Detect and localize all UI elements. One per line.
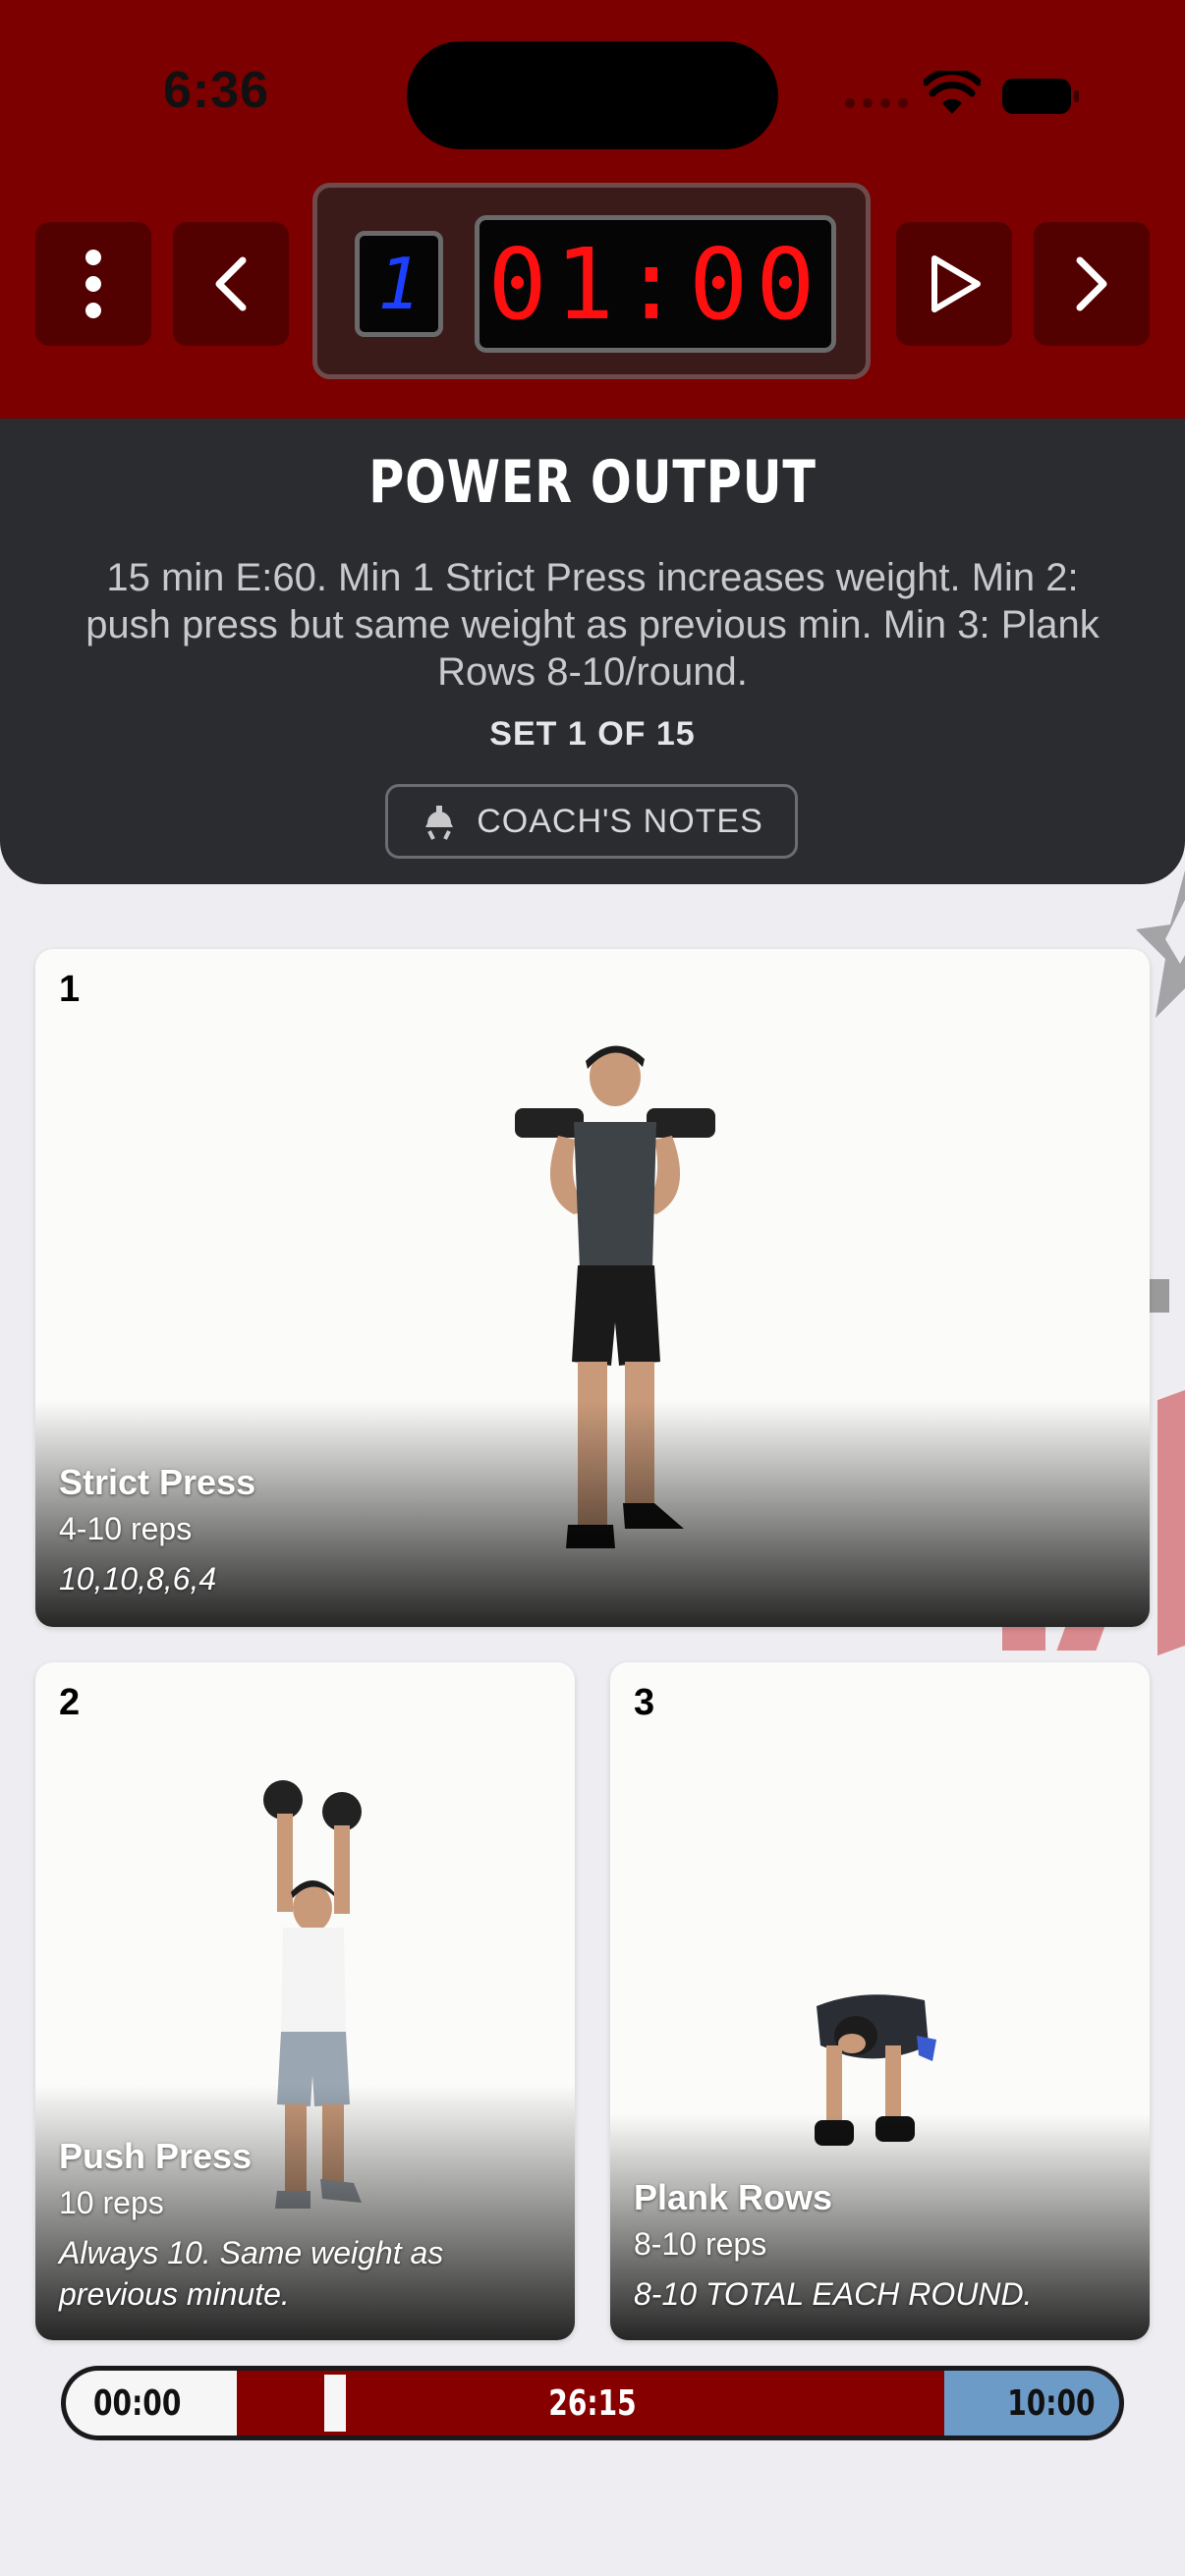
cellular-signal-icon: [845, 98, 908, 108]
status-time: 6:36: [163, 62, 270, 119]
remaining-time-label: 10:00: [1007, 2382, 1096, 2424]
workout-info-panel: POWER OUTPUT 15 min E:60. Min 1 Strict P…: [0, 419, 1185, 884]
next-button[interactable]: [1034, 222, 1150, 346]
top-header: 6:36 1 01:00: [0, 0, 1185, 419]
exercise-name: Push Press: [59, 2136, 253, 2176]
exercise-name: Strict Press: [59, 1462, 256, 1502]
chevron-right-icon: [1076, 256, 1107, 311]
timer-panel: 1 01:00: [312, 183, 871, 379]
exercise-note: 8-10 TOTAL EACH ROUND.: [634, 2276, 1033, 2312]
battery-icon: [1002, 79, 1079, 114]
workout-progress-bar[interactable]: 00:00 26:15 10:00: [61, 2366, 1124, 2440]
exercise-card-strict-press[interactable]: 1 Strict Press 4-10 reps 10,10,8,6,4: [35, 949, 1150, 1627]
exercise-reps: 10 reps: [59, 2185, 164, 2220]
play-button[interactable]: [896, 222, 1012, 346]
exercise-number: 3: [634, 1682, 655, 1723]
menu-button[interactable]: [35, 222, 151, 346]
coach-whistle-icon: [425, 806, 454, 840]
dynamic-island: [407, 41, 778, 149]
exercise-note: 10,10,8,6,4: [59, 1561, 217, 1596]
elapsed-time-label: 00:00: [93, 2382, 182, 2424]
previous-button[interactable]: [173, 222, 289, 346]
exercise-info: Strict Press 4-10 reps 10,10,8,6,4: [59, 1460, 255, 1599]
exercise-number: 2: [59, 1682, 81, 1723]
exercise-note: Always 10. Same weight as previous minut…: [59, 2235, 444, 2312]
total-time-label: 26:15: [548, 2382, 637, 2424]
background-decoration: [1002, 1623, 1045, 1651]
countdown-clock: 01:00: [475, 215, 836, 353]
round-counter: 1: [355, 231, 443, 337]
wifi-icon: [924, 71, 981, 114]
exercise-card-push-press[interactable]: 2 Push Press 10 reps Always 10. Same wei…: [35, 1662, 575, 2340]
menu-dots-icon: [85, 250, 101, 318]
exercise-name: Plank Rows: [634, 2177, 833, 2217]
exercise-reps: 4-10 reps: [59, 1511, 193, 1546]
exercise-card-plank-rows[interactable]: 3 Plank Rows 8-10 reps 8-10 TOTAL EACH R…: [610, 1662, 1150, 2340]
background-decoration: [1157, 1389, 1185, 1656]
exercise-info: Push Press 10 reps Always 10. Same weigh…: [59, 2134, 531, 2315]
coach-notes-button[interactable]: COACH'S NOTES: [385, 784, 798, 859]
coach-notes-label: COACH'S NOTES: [477, 802, 763, 840]
background-decoration: [1148, 1279, 1169, 1313]
exercise-reps: 8-10 reps: [634, 2226, 767, 2262]
exercise-info: Plank Rows 8-10 reps 8-10 TOTAL EACH ROU…: [634, 2175, 1032, 2315]
workout-description: 15 min E:60. Min 1 Strict Press increase…: [85, 556, 1100, 694]
exercise-number: 1: [59, 969, 81, 1010]
progress-track: 00:00 26:15 10:00: [66, 2371, 1119, 2436]
workout-title: POWER OUTPUT: [368, 448, 817, 517]
set-counter: SET 1 OF 15: [489, 715, 696, 753]
chevron-left-icon: [215, 256, 247, 311]
play-icon: [931, 255, 981, 312]
